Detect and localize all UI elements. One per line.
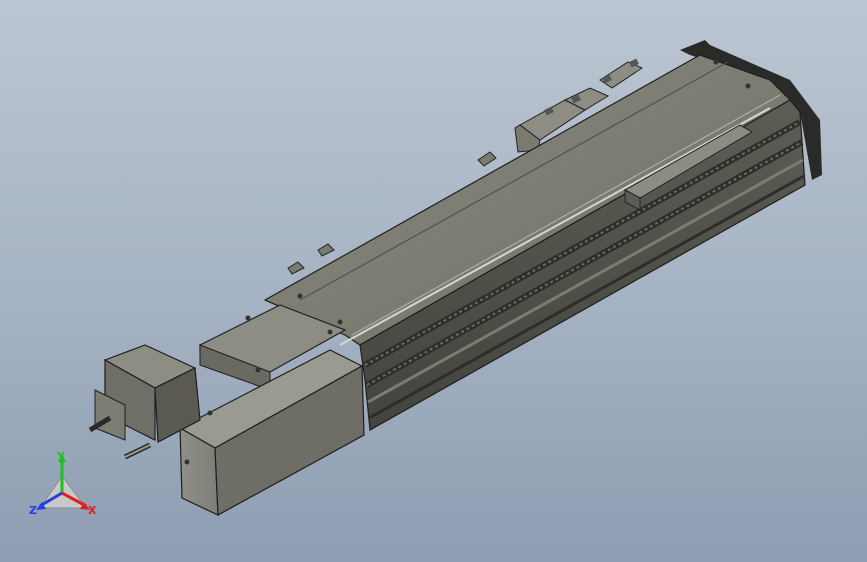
linear-actuator-model[interactable] — [0, 0, 867, 562]
view-triad[interactable]: Y X Z — [28, 448, 103, 520]
y-axis-label: Y — [57, 450, 65, 463]
motor-housing — [88, 304, 365, 516]
z-axis-label: Z — [29, 504, 37, 517]
graphics-viewport[interactable]: Y X Z — [0, 0, 867, 562]
x-axis-label: X — [88, 504, 97, 517]
